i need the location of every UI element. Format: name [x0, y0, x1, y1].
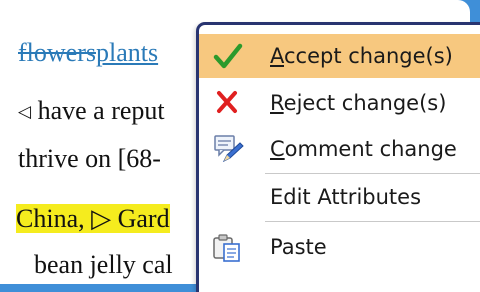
highlighted-text: China, ▷ Gard [16, 204, 170, 233]
tag-marker-left[interactable]: ◁ [18, 102, 31, 121]
reject-changes-label: Reject change(s) [270, 91, 447, 115]
doc-text: have a reput [31, 96, 165, 125]
paste-label: Paste [270, 235, 327, 259]
menu-separator [265, 221, 480, 222]
context-menu: Accept change(s) Reject change(s) Commen… [196, 22, 480, 292]
doc-line-5: bean jelly cal [34, 250, 173, 279]
edit-attributes-label: Edit Attributes [270, 185, 422, 209]
doc-line-4: China, ▷ Gard [16, 204, 170, 234]
accept-changes-item[interactable]: Accept change(s) [199, 34, 480, 78]
menu-separator [265, 173, 480, 174]
doc-line-1: flowersplants [18, 38, 158, 68]
comment-change-item[interactable]: Comment change [199, 127, 480, 171]
doc-line-3: thrive on [68- [18, 144, 161, 173]
doc-line-2: ◁ have a reput [18, 96, 165, 126]
deleted-text[interactable]: flowers [18, 38, 96, 67]
comment-change-label: Comment change [270, 137, 457, 161]
accept-changes-label: Accept change(s) [270, 44, 453, 68]
reject-changes-item[interactable]: Reject change(s) [199, 81, 480, 125]
comment-pen-icon [211, 133, 245, 167]
edit-attributes-item[interactable]: Edit Attributes [199, 175, 480, 219]
reject-x-icon [211, 87, 245, 121]
inserted-text[interactable]: plants [96, 38, 158, 67]
paste-item[interactable]: Paste [199, 225, 480, 269]
paste-icon [211, 231, 245, 265]
checkmark-icon [211, 40, 245, 74]
